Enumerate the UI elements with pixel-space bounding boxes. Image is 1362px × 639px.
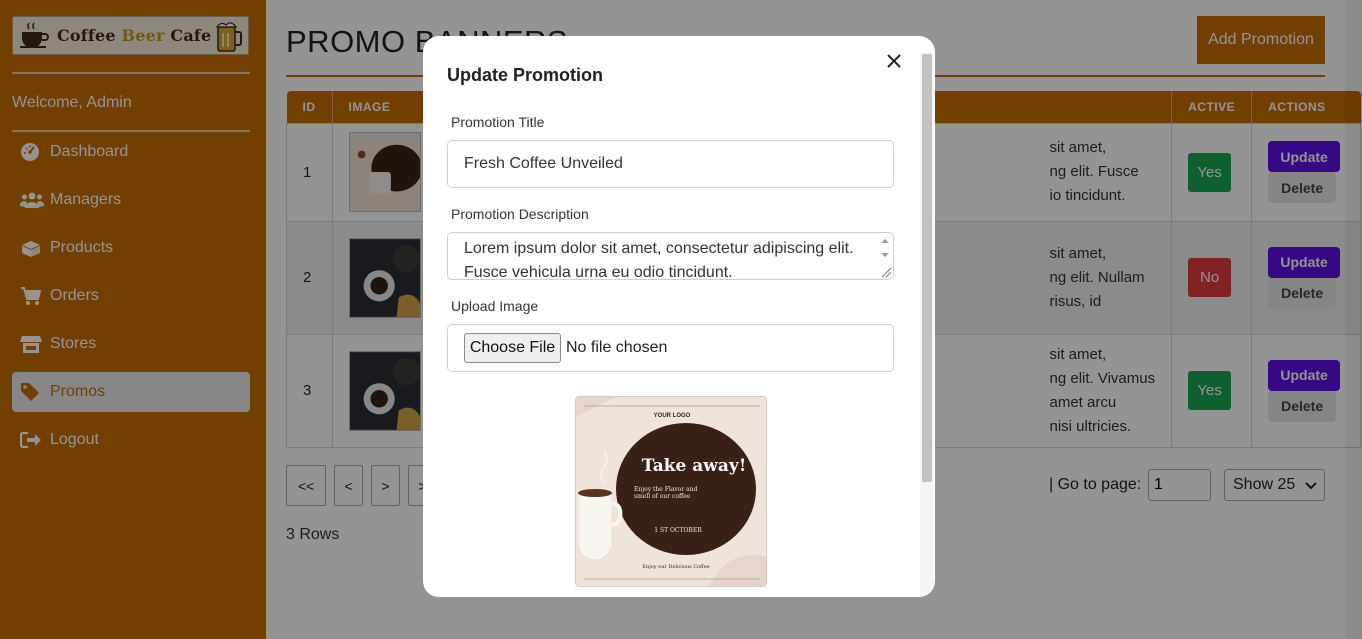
preview-date: 1 ST OCTOBER <box>654 527 702 534</box>
upload-image-label: Upload Image <box>451 298 539 314</box>
preview-logo-text: YOUR LOGO <box>654 413 691 419</box>
preview-footer: Enjoy our Delicious Coffee <box>642 564 709 570</box>
preview-subtitle-2: smell of our coffee <box>634 493 691 500</box>
promo-image-preview: YOUR LOGO Take away! Enjoy the Flavor an… <box>575 396 767 587</box>
upload-image-field: Choose File No file chosen <box>447 324 894 372</box>
update-promotion-modal: Update Promotion Promotion Title Promoti… <box>423 36 935 597</box>
choose-file-button[interactable]: Choose File <box>464 333 561 363</box>
textarea-scrollbar[interactable] <box>877 233 893 279</box>
promotion-description-label: Promotion Description <box>451 206 589 222</box>
promotion-title-label: Promotion Title <box>451 114 545 130</box>
modal-title: Update Promotion <box>447 65 603 85</box>
promotion-description-textarea[interactable]: Lorem ipsum dolor sit amet, consectetur … <box>447 232 894 280</box>
modal-scrollbar[interactable] <box>920 52 934 597</box>
promotion-title-input[interactable] <box>447 140 894 188</box>
preview-headline: Take away! <box>642 456 747 476</box>
file-status: No file chosen <box>566 339 668 356</box>
preview-subtitle-1: Enjoy the Flavor and <box>634 486 698 493</box>
modal-scrollbar-thumb[interactable] <box>922 54 932 482</box>
close-icon[interactable] <box>885 52 903 70</box>
